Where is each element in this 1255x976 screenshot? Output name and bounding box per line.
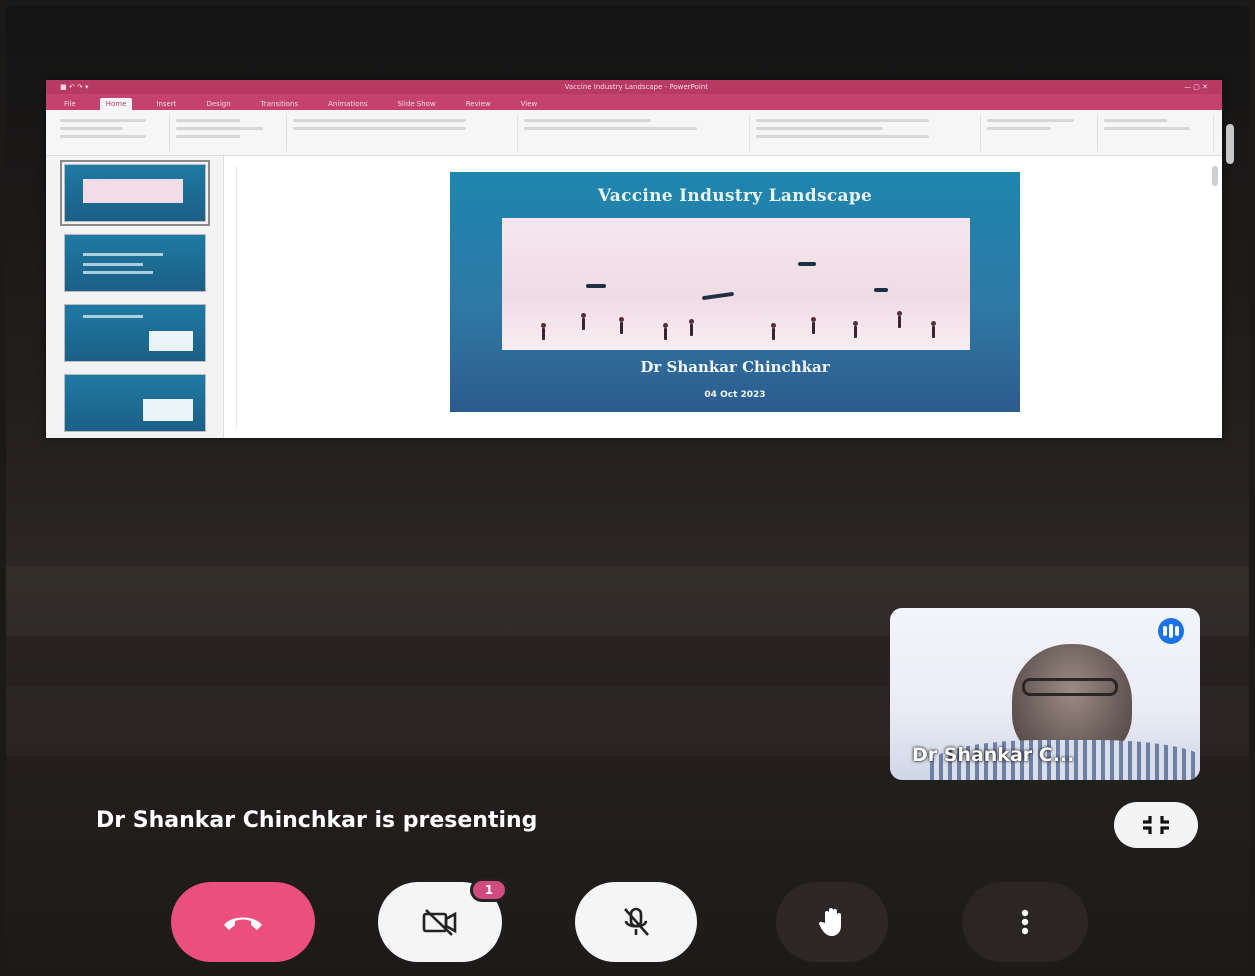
illustration-figure (897, 311, 902, 328)
illustration-figure (853, 321, 858, 338)
thumbnail-image (83, 179, 183, 203)
thumbnail-text-line (83, 263, 143, 266)
shared-screen[interactable]: ■ ↶ ↷ ▾ Vaccine Industry Landscape - Pow… (46, 80, 1222, 438)
ribbon-tabs: File Home Insert Design Transitions Anim… (46, 94, 1222, 110)
ribbon-tab-design[interactable]: Design (200, 98, 236, 110)
illustration-figure (811, 317, 816, 334)
quick-access-toolbar: ■ ↶ ↷ ▾ (60, 83, 89, 91)
audio-level-icon (1158, 618, 1184, 644)
illustration-syringe (874, 288, 888, 292)
raise-hand-button[interactable] (776, 882, 888, 962)
participant-video-glasses (1022, 678, 1118, 696)
thumbnail-text-line (83, 253, 163, 256)
ribbon-group[interactable] (981, 114, 1098, 151)
ribbon-group[interactable] (287, 114, 519, 151)
current-slide[interactable]: Vaccine Industry Landscape Dr Shankar Ch… (450, 172, 1020, 412)
thumbnail-graphic (149, 331, 193, 351)
powerpoint-window-title: Vaccine Industry Landscape - PowerPoint (564, 83, 708, 91)
mic-off-icon (624, 907, 649, 936)
slide-thumbnail-3[interactable] (64, 304, 206, 362)
microphone-toggle-button[interactable] (575, 882, 697, 962)
thumbnail-text-line (83, 271, 153, 274)
presenting-status: Dr Shankar Chinchkar is presenting (96, 808, 538, 833)
ribbon-group[interactable] (518, 114, 750, 151)
participant-name: Dr Shankar C... (912, 744, 1075, 766)
window-controls: — ▢ ✕ (1184, 83, 1208, 91)
page-scrollbar[interactable] (1226, 124, 1234, 164)
powerpoint-workspace: Vaccine Industry Landscape Dr Shankar Ch… (46, 156, 1222, 438)
notification-badge: 1 (470, 878, 508, 902)
illustration-syringe (798, 262, 816, 266)
slide-thumbnails-pane (46, 156, 224, 438)
ribbon-toolbar (46, 110, 1222, 156)
illustration-figure (689, 319, 694, 336)
participant-tile[interactable]: Dr Shankar C... (890, 608, 1200, 780)
ribbon-tab-slide-show[interactable]: Slide Show (391, 98, 441, 110)
ribbon-tab-view[interactable]: View (515, 98, 544, 110)
exit-fullscreen-icon (1143, 816, 1169, 834)
more-options-button[interactable] (962, 882, 1088, 962)
slide-thumbnail-2[interactable] (64, 234, 206, 292)
ribbon-group[interactable] (54, 114, 171, 151)
ribbon-tab-transitions[interactable]: Transitions (255, 98, 305, 110)
ribbon-group[interactable] (1098, 114, 1214, 151)
ribbon-group[interactable] (750, 114, 982, 151)
illustration-syringe (586, 284, 606, 288)
ribbon-group[interactable] (170, 114, 287, 151)
ribbon-tab-review[interactable]: Review (460, 98, 497, 110)
illustration-figure (771, 323, 776, 340)
end-call-button[interactable] (171, 882, 315, 962)
illustration-figure (931, 321, 936, 338)
powerpoint-titlebar: ■ ↶ ↷ ▾ Vaccine Industry Landscape - Pow… (46, 80, 1222, 94)
phone-hangup-icon (224, 917, 262, 930)
more-vert-icon (1021, 909, 1029, 935)
illustration-figure (619, 317, 624, 334)
thumbnail-graphic (143, 399, 193, 421)
slide-presenter-name: Dr Shankar Chinchkar (640, 358, 830, 376)
slide-title: Vaccine Industry Landscape (597, 186, 873, 206)
thumbnail-text-line (83, 315, 143, 318)
slide-thumbnail-1[interactable] (60, 160, 210, 226)
slide-date: 04 Oct 2023 (704, 390, 766, 400)
ribbon-tab-home[interactable]: Home (99, 98, 133, 110)
exit-fullscreen-button[interactable] (1114, 802, 1198, 848)
illustration-figure (663, 323, 668, 340)
slide-illustration (502, 218, 970, 350)
camera-off-icon (422, 909, 457, 936)
slide-scrollbar[interactable] (1212, 166, 1218, 186)
slide-editing-area[interactable]: Vaccine Industry Landscape Dr Shankar Ch… (224, 156, 1222, 438)
ribbon-tab-animations[interactable]: Animations (322, 98, 373, 110)
raise-hand-icon (818, 908, 841, 936)
slide-thumbnail-4[interactable] (64, 374, 206, 432)
meeting-screen: ■ ↶ ↷ ▾ Vaccine Industry Landscape - Pow… (6, 6, 1249, 970)
ribbon-tab-insert[interactable]: Insert (150, 98, 182, 110)
illustration-figure (541, 323, 546, 340)
ribbon-tab-file[interactable]: File (58, 98, 82, 110)
illustration-figure (581, 313, 586, 330)
vertical-ruler (236, 166, 237, 428)
illustration-syringe (701, 291, 735, 301)
